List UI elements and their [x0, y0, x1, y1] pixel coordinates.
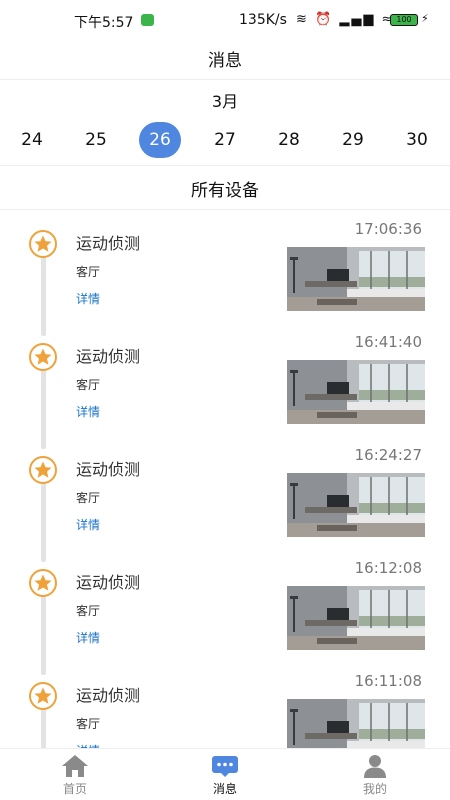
event-item[interactable]: 运动侦测 客厅 详情 17:06:36	[0, 210, 450, 323]
event-title: 运动侦测	[76, 234, 141, 253]
status-bar: 下午5:57 135K/s ≋ ⏰ ▂▄▆ ≈ 100 ⚡	[0, 0, 450, 40]
event-time: 17:06:36	[354, 220, 422, 238]
home-icon	[61, 754, 89, 778]
event-thumbnail[interactable]	[287, 699, 425, 748]
device-filter-label: 所有设备	[191, 181, 259, 201]
title-bar: 消息	[0, 40, 450, 80]
star-icon	[29, 456, 57, 484]
month-row: 3月	[0, 80, 450, 116]
date-29[interactable]: 29	[331, 122, 375, 158]
event-time: 16:24:27	[354, 446, 422, 464]
tab-profile[interactable]: 我的	[300, 749, 450, 800]
wechat-notification-icon	[141, 14, 154, 26]
event-title: 运动侦测	[76, 573, 141, 592]
event-thumbnail[interactable]	[287, 360, 425, 424]
event-detail-link[interactable]: 详情	[76, 403, 100, 420]
event-room: 客厅	[76, 378, 101, 392]
event-list[interactable]: 运动侦测 客厅 详情 17:06:36 运动侦测 客厅 详情 16:41:40 …	[0, 210, 450, 748]
event-detail-link[interactable]: 详情	[76, 516, 100, 533]
tab-home[interactable]: 首页	[0, 749, 150, 800]
event-time: 16:41:40	[354, 333, 422, 351]
event-item[interactable]: 运动侦测 客厅 详情 16:24:27	[0, 436, 450, 549]
date-27[interactable]: 27	[203, 122, 247, 158]
event-item[interactable]: 运动侦测 客厅 详情 16:41:40	[0, 323, 450, 436]
event-detail-link[interactable]: 详情	[76, 290, 100, 307]
network-speed: 135K/s	[239, 12, 287, 28]
date-30[interactable]: 30	[395, 122, 439, 158]
date-25[interactable]: 25	[74, 122, 118, 158]
star-icon	[29, 230, 57, 258]
event-room: 客厅	[76, 604, 101, 618]
status-icons: ≋ ⏰ ▂▄▆ ≈	[296, 12, 395, 27]
tab-profile-label: 我的	[362, 782, 387, 796]
event-thumbnail[interactable]	[287, 247, 425, 311]
event-title: 运动侦测	[76, 460, 141, 479]
device-filter[interactable]: 所有设备	[0, 166, 450, 210]
event-item[interactable]: 运动侦测 客厅 详情 16:12:08	[0, 549, 450, 662]
event-time: 16:12:08	[354, 559, 422, 577]
star-icon	[29, 569, 57, 597]
event-thumbnail[interactable]	[287, 586, 425, 650]
event-room: 客厅	[76, 491, 101, 505]
event-item[interactable]: 运动侦测 客厅 详情 16:11:08	[0, 662, 450, 748]
profile-icon	[361, 754, 389, 778]
star-icon	[29, 682, 57, 710]
event-room: 客厅	[76, 717, 101, 731]
charging-icon: ⚡	[421, 12, 429, 25]
date-26-selected[interactable]: 26	[139, 122, 181, 158]
status-time: 下午5:57	[74, 15, 134, 31]
date-selector: 24 25 26 27 28 29 30	[0, 116, 450, 166]
month-label[interactable]: 3月	[0, 88, 450, 112]
event-title: 运动侦测	[76, 347, 141, 366]
tab-messages-label: 消息	[212, 782, 237, 796]
tab-messages[interactable]: 消息	[150, 749, 300, 800]
battery-icon: 100	[390, 14, 418, 26]
message-icon	[211, 754, 239, 778]
event-title: 运动侦测	[76, 686, 141, 705]
date-24[interactable]: 24	[10, 122, 54, 158]
event-room: 客厅	[76, 265, 101, 279]
event-thumbnail[interactable]	[287, 473, 425, 537]
bottom-tab-bar: 首页 消息 我的	[0, 748, 450, 800]
event-detail-link[interactable]: 详情	[76, 629, 100, 646]
page-title: 消息	[208, 51, 242, 71]
date-28[interactable]: 28	[267, 122, 311, 158]
star-icon	[29, 343, 57, 371]
tab-home-label: 首页	[62, 782, 87, 796]
event-time: 16:11:08	[354, 672, 422, 690]
